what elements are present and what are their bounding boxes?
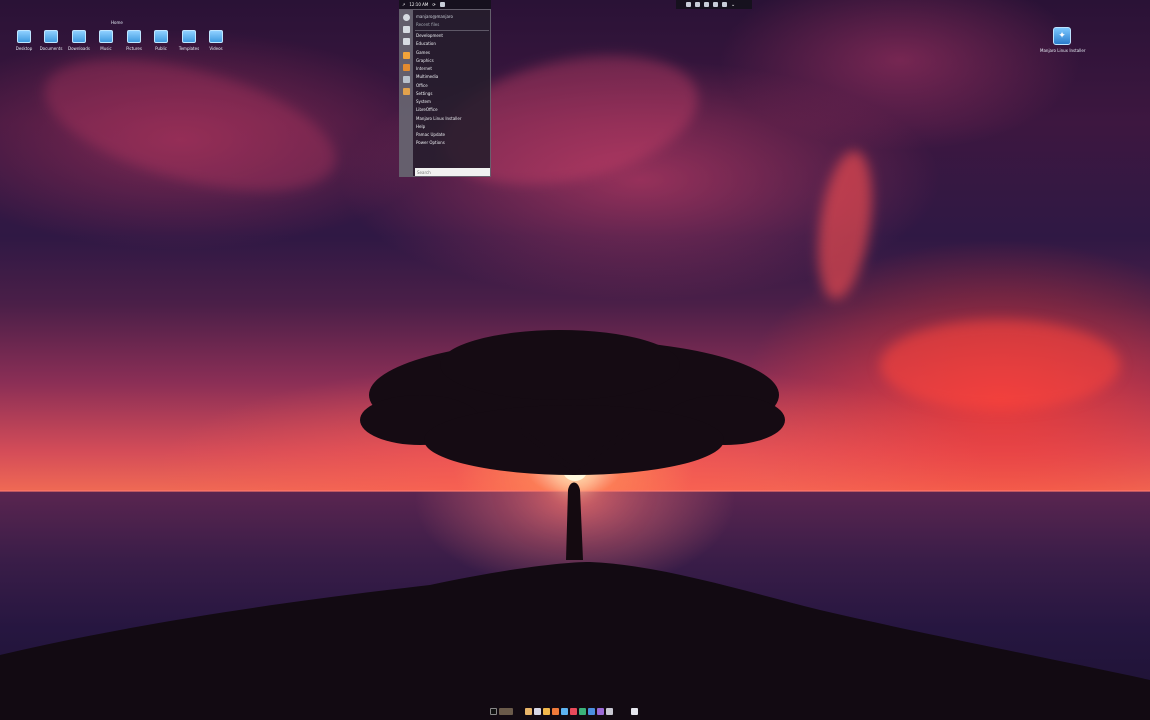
trash-icon[interactable] [631, 708, 638, 715]
dock-app-icon[interactable] [543, 708, 550, 715]
folder-icon [72, 30, 86, 43]
menu-item[interactable]: Manjaro Linux Installer [416, 115, 461, 123]
installer-launcher[interactable]: ✦ Manjaro Linux Installer [1040, 27, 1086, 53]
application-menu: manjaro@manjaro Recent files Development… [399, 9, 491, 177]
menu-item[interactable]: LibreOffice [416, 106, 461, 114]
workspace-switcher-icon[interactable] [499, 708, 513, 715]
battery-icon[interactable] [713, 2, 718, 7]
menu-item[interactable]: Internet [416, 65, 461, 73]
menu-item[interactable]: Power Options [416, 139, 461, 147]
top-panel-right: ⌄ [676, 0, 752, 9]
lock-icon[interactable] [403, 38, 410, 45]
menu-item[interactable]: Help [416, 123, 461, 131]
dock-app-icon[interactable] [579, 708, 586, 715]
dock-app-icon[interactable] [552, 708, 559, 715]
bottom-dock [490, 706, 638, 717]
dock-app-icon[interactable] [597, 708, 604, 715]
menu-sidebar [400, 10, 413, 176]
folder-icon [209, 30, 223, 43]
tree-silhouette [0, 330, 1150, 720]
menu-item[interactable]: Settings [416, 90, 461, 98]
menu-item[interactable]: Graphics [416, 57, 461, 65]
folder-icon [127, 30, 141, 43]
folder-icon [182, 30, 196, 43]
dock-app-icon[interactable] [588, 708, 595, 715]
menu-item[interactable]: Office [416, 82, 461, 90]
avatar[interactable] [403, 14, 410, 21]
favorite-app-icon[interactable] [403, 76, 410, 83]
volume-icon[interactable] [704, 2, 709, 7]
bluetooth-icon[interactable] [686, 2, 691, 7]
dock-app-icon[interactable] [570, 708, 577, 715]
menu-search-input[interactable] [415, 168, 490, 176]
dock-app-icon[interactable] [525, 708, 532, 715]
network-icon[interactable] [695, 2, 700, 7]
folder-icon [17, 30, 31, 43]
menu-user-sub[interactable]: Recent files [416, 22, 439, 27]
settings-icon[interactable] [403, 26, 410, 33]
refresh-icon[interactable]: ⟳ [432, 2, 435, 7]
menu-divider [415, 30, 489, 31]
folder-icon [154, 30, 168, 43]
top-panel-left: ↗ 12:10 AM ⟳ [399, 0, 491, 9]
menu-item[interactable]: Development [416, 32, 461, 40]
folder-icon [44, 30, 58, 43]
power-icon[interactable] [722, 2, 727, 7]
dock-app-icon[interactable] [534, 708, 541, 715]
favorite-app-icon[interactable] [403, 64, 410, 71]
menu-item[interactable]: Multimedia [416, 73, 461, 81]
menu-item[interactable]: System [416, 98, 461, 106]
desktop-wallpaper [0, 0, 1150, 720]
menu-item[interactable]: Games [416, 49, 461, 57]
home-label: Home [111, 20, 123, 25]
desktop-icon-videos[interactable]: Videos [199, 30, 233, 51]
chevron-down-icon[interactable]: ⌄ [731, 2, 735, 8]
menu-user-name: manjaro@manjaro [416, 14, 453, 19]
desktop-icon-label: Videos [209, 46, 223, 51]
window-icon[interactable] [439, 2, 445, 7]
favorite-app-icon[interactable] [403, 88, 410, 95]
menu-item[interactable]: Pamac Update [416, 131, 461, 139]
panel-clock[interactable]: 12:10 AM [409, 2, 428, 7]
show-desktop-icon[interactable] [490, 708, 497, 715]
menu-category-list: Development Education Games Graphics Int… [416, 32, 461, 148]
installer-icon: ✦ [1053, 27, 1071, 45]
launcher-icon[interactable]: ↗ [402, 2, 405, 7]
menu-item[interactable]: Education [416, 40, 461, 48]
installer-label: Manjaro Linux Installer [1040, 48, 1086, 53]
folder-icon [99, 30, 113, 43]
dock-app-icon[interactable] [561, 708, 568, 715]
favorite-app-icon[interactable] [403, 52, 410, 59]
dock-app-icon[interactable] [606, 708, 613, 715]
